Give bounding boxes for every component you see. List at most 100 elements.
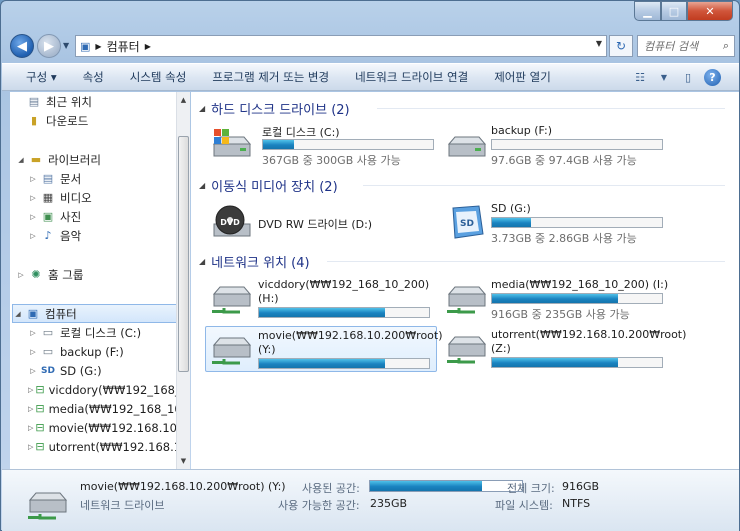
- drive-name: DVD RW 드라이브 (D:): [258, 218, 373, 231]
- network-drive-icon: [28, 492, 68, 520]
- sidebar-item-libraries[interactable]: ◢ ▬ 라이브러리: [16, 150, 181, 169]
- sidebar-item-local-disk-c[interactable]: ▷ ▭ 로컬 디스크 (C:): [28, 323, 187, 342]
- expand-arrow-icon[interactable]: ▷: [28, 424, 33, 432]
- group-header-network[interactable]: ◢ 네트워크 위치 (4): [199, 251, 310, 271]
- breadcrumb-separator-icon[interactable]: ▶: [145, 42, 151, 51]
- refresh-button[interactable]: ↻: [609, 35, 633, 57]
- view-options-dropdown-icon[interactable]: ▼: [656, 69, 672, 85]
- expand-arrow-icon[interactable]: ▷: [28, 194, 38, 202]
- windows-drive-icon: ▭: [42, 326, 54, 339]
- sd-card-icon: SD: [452, 205, 484, 239]
- sidebar-item-videos[interactable]: ▷ ▦ 비디오: [28, 188, 187, 207]
- system-properties-button[interactable]: 시스템 속성: [117, 64, 200, 90]
- drive-item-i[interactable]: media(₩₩192_168_10_200) (I:) 916GB 중 235…: [441, 276, 671, 321]
- close-button[interactable]: ✕: [687, 1, 733, 21]
- details-capacity-fill: [370, 481, 483, 491]
- expand-arrow-icon[interactable]: ▷: [28, 386, 33, 394]
- expand-arrow-icon[interactable]: ▷: [28, 348, 38, 356]
- sidebar-item-backup-f[interactable]: ▷ ▭ backup (F:): [28, 342, 187, 361]
- drive-item-c[interactable]: 로컬 디스크 (C:) 367GB 중 300GB 사용 가능: [206, 122, 436, 167]
- expand-arrow-icon[interactable]: ▷: [16, 271, 26, 279]
- sidebar-item-network-h[interactable]: ▷ ⊟ vicddory(₩₩192_168_10_200) (H:): [28, 380, 187, 399]
- details-pane: movie(₩₩192.168.10.200₩root) (Y:) 네트워크 드…: [2, 469, 739, 531]
- drive-name: backup (F:): [491, 124, 553, 137]
- history-dropdown-icon[interactable]: ▼: [63, 41, 69, 50]
- drive-name: vicddory(₩₩192_168_10_200): [258, 278, 430, 291]
- expand-arrow-icon[interactable]: ▷: [28, 405, 33, 413]
- address-row: ◀ ▶ ▼ ▣ ▶ 컴퓨터 ▶ ▼ ↻ 컴퓨터 검색 ⌕: [1, 31, 740, 63]
- drive-item-y[interactable]: movie(₩₩192.168.10.200₩root) (Y:): [205, 326, 443, 372]
- minimize-button[interactable]: ▁: [634, 1, 661, 21]
- network-drive-icon: [447, 336, 487, 364]
- drive-item-g[interactable]: SD SD (G:) 3.73GB 중 2.86GB 사용 가능: [441, 200, 671, 245]
- preview-pane-icon[interactable]: ▯: [680, 69, 696, 85]
- capacity-text: 367GB 중 300GB 사용 가능: [262, 154, 401, 167]
- capacity-fill: [492, 218, 532, 227]
- back-button[interactable]: ◀: [10, 34, 34, 58]
- sidebar-item-label: 최근 위치: [46, 94, 92, 109]
- change-view-icon[interactable]: ☷: [632, 69, 648, 85]
- videos-icon: ▦: [42, 191, 54, 204]
- sidebar-item-downloads[interactable]: ▮ 다운로드: [24, 111, 187, 130]
- navigation-scrollbar[interactable]: ▲ ▼: [176, 92, 190, 469]
- group-divider: [377, 108, 725, 109]
- sidebar-item-homegroup[interactable]: ▷ ✺ 홈 그룹: [16, 265, 181, 284]
- scroll-up-icon[interactable]: ▲: [177, 92, 190, 108]
- search-input[interactable]: 컴퓨터 검색 ⌕: [637, 35, 735, 57]
- sidebar-item-network-z[interactable]: ▷ ⊟ utorrent(₩₩192.168.10.200₩root) (Z:): [28, 437, 187, 456]
- downloads-folder-icon: ▮: [30, 114, 38, 127]
- sidebar-item-network-i[interactable]: ▷ ⊟ media(₩₩192_168_10_200) (I:): [28, 399, 187, 418]
- expand-arrow-icon[interactable]: ▷: [28, 232, 38, 240]
- collapse-arrow-icon[interactable]: ◢: [13, 310, 23, 318]
- capacity-fill: [263, 140, 294, 149]
- sidebar-item-pictures[interactable]: ▷ ▣ 사진: [28, 207, 187, 226]
- capacity-bar: [491, 357, 663, 368]
- address-dropdown-icon[interactable]: ▼: [596, 39, 602, 48]
- expand-arrow-icon[interactable]: ▷: [28, 443, 33, 451]
- sidebar-item-label: 라이브러리: [48, 152, 101, 167]
- drive-item-f[interactable]: backup (F:) 97.6GB 중 97.4GB 사용 가능: [441, 122, 671, 167]
- details-filesystem-value: NTFS: [562, 497, 591, 510]
- drive-item-h[interactable]: vicddory(₩₩192_168_10_200) (H:): [206, 276, 436, 320]
- homegroup-icon: ✺: [31, 268, 41, 281]
- collapse-arrow-icon[interactable]: ◢: [199, 257, 205, 266]
- address-bar[interactable]: ▣ ▶ 컴퓨터 ▶ ▼: [75, 35, 607, 57]
- sidebar-item-label: movie(₩₩192.168.10.200₩root) (Y:): [48, 420, 187, 435]
- breadcrumb-separator-icon[interactable]: ▶: [95, 42, 101, 51]
- open-control-panel-button[interactable]: 제어판 열기: [481, 64, 564, 90]
- sidebar-item-recent-places[interactable]: ▤ 최근 위치: [24, 92, 187, 111]
- expand-arrow-icon[interactable]: ▷: [28, 175, 38, 183]
- forward-button[interactable]: ▶: [37, 34, 61, 58]
- scroll-down-icon[interactable]: ▼: [177, 453, 190, 469]
- details-drive-name: movie(₩₩192.168.10.200₩root) (Y:): [80, 480, 286, 493]
- help-icon[interactable]: ?: [704, 68, 721, 86]
- collapse-arrow-icon[interactable]: ◢: [16, 156, 26, 164]
- maximize-button[interactable]: □: [661, 1, 687, 21]
- collapse-arrow-icon[interactable]: ◢: [199, 181, 205, 190]
- expand-arrow-icon[interactable]: ▷: [28, 213, 38, 221]
- breadcrumb-computer[interactable]: 컴퓨터: [107, 38, 140, 55]
- group-title: 네트워크 위치 (4): [211, 255, 310, 271]
- group-header-removable[interactable]: ◢ 이동식 미디어 장치 (2): [199, 175, 338, 195]
- group-header-hdd[interactable]: ◢ 하드 디스크 드라이브 (2): [199, 98, 350, 118]
- expand-arrow-icon[interactable]: ▷: [28, 367, 38, 375]
- uninstall-program-button[interactable]: 프로그램 제거 또는 변경: [199, 64, 342, 90]
- windows-drive-icon: [212, 129, 252, 157]
- collapse-arrow-icon[interactable]: ◢: [199, 104, 205, 113]
- network-drive-icon: ⊟: [35, 383, 45, 396]
- map-network-drive-button[interactable]: 네트워크 드라이브 연결: [342, 64, 481, 90]
- expand-arrow-icon[interactable]: ▷: [28, 329, 38, 337]
- organize-button[interactable]: 구성 ▾: [2, 64, 70, 90]
- network-drive-icon: [447, 286, 487, 314]
- drive-item-z[interactable]: utorrent(₩₩192.168.10.200₩root) (Z:): [441, 326, 686, 370]
- drive-item-d[interactable]: DVD DVD RW 드라이브 (D:): [206, 200, 436, 244]
- scroll-thumb[interactable]: [178, 136, 189, 372]
- sidebar-item-network-y[interactable]: ▷ ⊟ movie(₩₩192.168.10.200₩root) (Y:): [28, 418, 187, 437]
- sidebar-item-music[interactable]: ▷ ♪ 음악: [28, 226, 187, 245]
- details-capacity-bar: [369, 480, 523, 492]
- sidebar-item-documents[interactable]: ▷ ▤ 문서: [28, 169, 187, 188]
- sidebar-item-sd-g[interactable]: ▷ SD SD (G:): [28, 361, 187, 380]
- capacity-bar: [491, 217, 663, 228]
- sidebar-item-computer[interactable]: ◢ ▣ 컴퓨터: [12, 304, 178, 323]
- properties-button[interactable]: 속성: [70, 64, 117, 90]
